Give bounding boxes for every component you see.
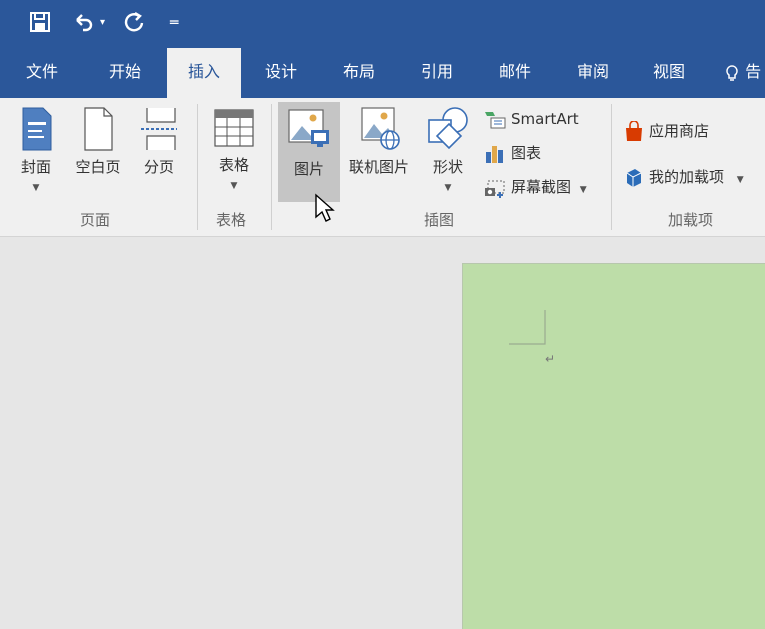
table-button[interactable]: 表格 ▼ [208, 106, 260, 202]
my-addins-label: 我的加载项 [649, 168, 725, 186]
online-pictures-button[interactable]: 联机图片 [342, 106, 416, 186]
online-pictures-label: 联机图片 [348, 158, 409, 176]
tab-home[interactable]: 开始 [92, 48, 158, 98]
smartart-icon [485, 111, 506, 128]
group-divider [197, 104, 198, 230]
table-label: 表格 [218, 156, 249, 174]
group-label-tables: 表格 [216, 211, 247, 229]
store-button[interactable]: 应用商店 [623, 118, 709, 144]
picture-button[interactable]: 图片 [278, 102, 340, 202]
lightbulb-icon [726, 64, 738, 81]
margin-corner-mark [509, 310, 546, 345]
chart-icon [486, 145, 503, 163]
blank-page-button[interactable]: 空白页 [66, 106, 130, 186]
store-label: 应用商店 [649, 122, 710, 140]
blank-page-label: 空白页 [75, 158, 121, 176]
screenshot-icon [485, 180, 505, 198]
customize-quick-access-icon[interactable]: ═ [170, 10, 178, 36]
group-label-addins: 加载项 [668, 211, 714, 229]
blank-page-icon [84, 107, 113, 151]
cover-page-label: 封面 [20, 158, 51, 176]
tab-file[interactable]: 文件 [10, 48, 74, 98]
table-icon [214, 109, 254, 147]
document-page[interactable]: ↵ [462, 263, 765, 629]
chevron-down-icon[interactable]: ▾ [100, 10, 105, 36]
page-break-icon [141, 108, 177, 150]
shapes-icon [428, 107, 468, 150]
chart-button[interactable]: 图表 [483, 140, 541, 166]
page-break-button[interactable]: 分页 [136, 106, 182, 186]
ribbon-tab-bar: 文件 开始 插入 设计 布局 引用 邮件 审阅 视图 告 [0, 48, 765, 98]
tab-tell-me[interactable]: 告 [724, 48, 765, 98]
shapes-button[interactable]: 形状 ▼ [422, 106, 474, 202]
mouse-cursor-icon [315, 193, 335, 222]
chevron-down-icon: ▼ [230, 181, 238, 191]
online-picture-icon [361, 107, 400, 150]
tab-references[interactable]: 引用 [406, 48, 468, 98]
tab-review[interactable]: 审阅 [562, 48, 624, 98]
paragraph-mark: ↵ [545, 352, 556, 366]
shapes-label: 形状 [432, 158, 463, 176]
tab-mailings[interactable]: 邮件 [484, 48, 546, 98]
group-divider [271, 104, 272, 230]
chevron-down-icon: ▼ [32, 183, 40, 193]
page-break-label: 分页 [143, 158, 174, 176]
undo-icon[interactable] [72, 10, 96, 40]
chart-label: 图表 [511, 144, 542, 162]
group-label-illustrations: 插图 [424, 211, 455, 229]
screenshot-button[interactable]: 屏幕截图 ▼ [483, 174, 587, 200]
tab-design[interactable]: 设计 [250, 48, 312, 98]
group-label-pages: 页面 [80, 211, 111, 229]
redo-icon[interactable] [123, 10, 147, 40]
chevron-down-icon: ▼ [444, 183, 452, 193]
tell-me-label: 告 [745, 62, 762, 81]
cover-page-button[interactable]: 封面 ▼ [14, 106, 58, 202]
smartart-label: SmartArt [511, 110, 579, 128]
ribbon: 封面 ▼ 空白页 分页 页面 表格 ▼ 表格 图片 联机图片 形状 ▼ Smar… [0, 98, 765, 237]
title-bar: ▾ ═ [0, 0, 765, 48]
tab-layout[interactable]: 布局 [328, 48, 390, 98]
my-addins-icon [626, 168, 642, 187]
save-icon[interactable] [28, 10, 52, 40]
cover-page-icon [22, 107, 52, 151]
screenshot-label: 屏幕截图 [511, 178, 572, 196]
store-icon [626, 119, 642, 141]
group-divider [611, 104, 612, 230]
tab-insert[interactable]: 插入 [167, 48, 241, 98]
picture-icon [288, 109, 329, 147]
picture-label: 图片 [293, 160, 324, 178]
tab-view[interactable]: 视图 [638, 48, 700, 98]
my-addins-button[interactable]: 我的加载项 ▼ [623, 164, 744, 190]
chevron-down-icon: ▼ [736, 175, 744, 185]
chevron-down-icon: ▼ [579, 185, 587, 195]
smartart-button[interactable]: SmartArt [483, 106, 579, 132]
